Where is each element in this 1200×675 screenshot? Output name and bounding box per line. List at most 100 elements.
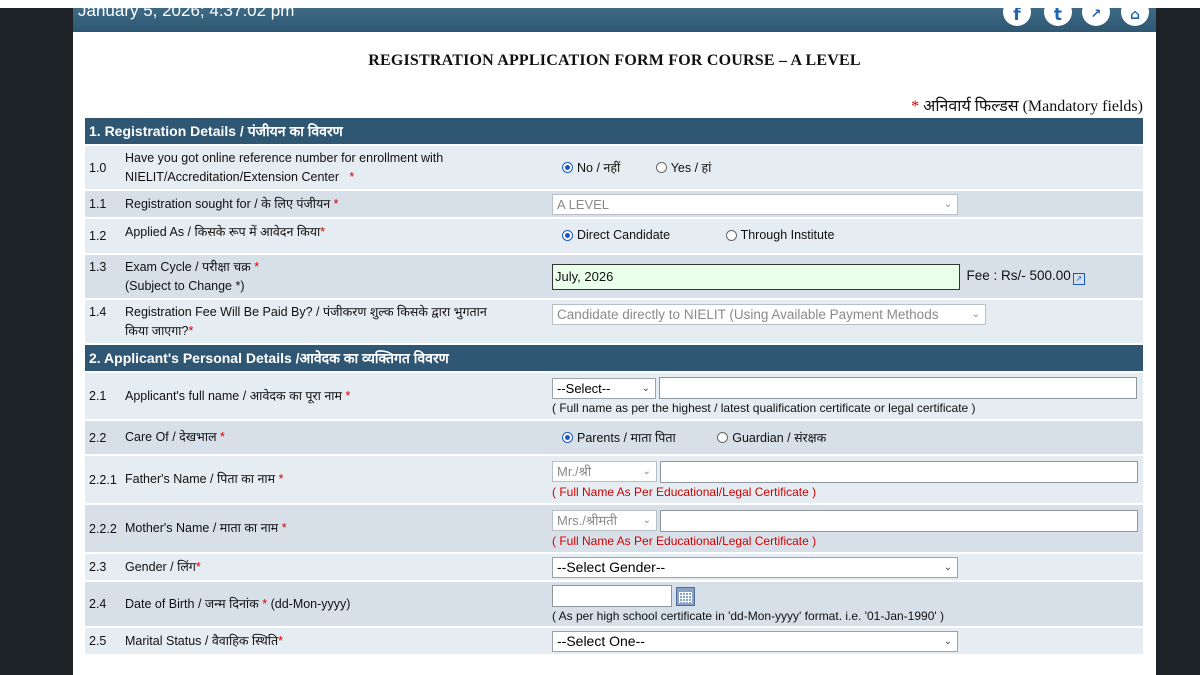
- row-field: Mrs./श्रीमती ⌄ ( Full Name As Per Educati…: [548, 505, 1143, 552]
- mother-name-hint: ( Full Name As Per Educational/Legal Cer…: [552, 533, 817, 548]
- home-icon[interactable]: ⌂: [1121, 8, 1149, 26]
- form-title: REGISTRATION APPLICATION FORM FOR COURSE…: [368, 52, 861, 69]
- father-name-hint: ( Full Name As Per Educational/Legal Cer…: [552, 484, 817, 499]
- registration-sought-select[interactable]: A LEVEL ⌄: [552, 193, 958, 215]
- twitter-icon[interactable]: t: [1044, 8, 1072, 26]
- radio-parents[interactable]: Parents / माता पिता: [562, 429, 676, 446]
- mother-name-input[interactable]: [660, 509, 1139, 532]
- facebook-icon[interactable]: f: [1003, 8, 1031, 26]
- gender-select[interactable]: --Select Gender-- ⌄: [552, 556, 958, 578]
- row-field: --Select Gender-- ⌄: [548, 554, 1143, 580]
- row-number: 2.1: [85, 373, 121, 419]
- row-label: Gender / लिंग*: [121, 554, 548, 580]
- row-number: 1.3: [85, 255, 121, 298]
- radio-button[interactable]: [655, 162, 667, 173]
- row-label: Mother's Name / माता का नाम *: [121, 505, 548, 552]
- row-1-1: 1.1 Registration sought for / के लिए पंज…: [85, 191, 1143, 217]
- required-star: *: [333, 196, 339, 211]
- chevron-down-icon: ⌄: [943, 635, 952, 647]
- calendar-icon[interactable]: [676, 586, 695, 606]
- required-star: *: [188, 323, 194, 338]
- father-name-input[interactable]: [660, 460, 1139, 483]
- radio-direct-candidate[interactable]: Direct Candidate: [562, 228, 670, 242]
- row-number: 1.1: [85, 191, 121, 217]
- applicant-salutation-select[interactable]: --Select-- ⌄: [552, 377, 656, 399]
- row-2-1: 2.1 Applicant's full name / आवेदक का पूर…: [85, 373, 1143, 419]
- row-2-2-1: 2.2.1 Father's Name / पिता का नाम * Mr./…: [85, 456, 1143, 503]
- row-2-3: 2.3 Gender / लिंग* --Select Gender-- ⌄: [85, 554, 1143, 580]
- row-number: 2.2.1: [85, 456, 121, 503]
- left-background-band: [0, 8, 73, 675]
- exam-cycle-input[interactable]: July, 2026: [552, 263, 960, 290]
- row-label: Date of Birth / जन्म दिनांक * (dd-Mon-yy…: [121, 582, 548, 626]
- row-number: 1.4: [85, 300, 121, 343]
- radio-yes[interactable]: Yes / हां: [655, 159, 711, 176]
- radio-button-selected[interactable]: [562, 229, 573, 241]
- row-2-2-2: 2.2.2 Mother's Name / माता का नाम * Mrs.…: [85, 505, 1143, 552]
- row-field: July, 2026 Fee : Rs/- 500.00 ↗: [548, 255, 1143, 298]
- chevron-down-icon: ⌄: [641, 382, 650, 394]
- row-field: A LEVEL ⌄: [548, 191, 1143, 217]
- row-number: 1.2: [85, 219, 121, 253]
- radio-no[interactable]: No / नहीं: [562, 159, 620, 176]
- chevron-down-icon: ⌄: [971, 309, 980, 320]
- row-label: Have you got online reference number for…: [121, 146, 548, 189]
- row-number: 2.2: [85, 421, 121, 454]
- applicant-name-hint: ( Full name as per the highest / latest …: [552, 401, 976, 415]
- right-background-band: [1156, 8, 1200, 675]
- radio-button[interactable]: [717, 432, 729, 443]
- radio-through-institute[interactable]: Through Institute: [725, 228, 834, 242]
- marital-status-select[interactable]: --Select One-- ⌄: [552, 630, 958, 652]
- row-number: 2.4: [85, 582, 121, 626]
- chevron-down-icon: ⌄: [642, 515, 651, 526]
- section-title: 1. Registration Details / पंजीयन का विवर…: [85, 118, 1143, 144]
- row-field: --Select-- ⌄ ( Full name as per the highe…: [548, 373, 1143, 419]
- father-salutation-select[interactable]: Mr./श्री ⌄: [552, 461, 657, 482]
- row-label: Registration Fee Will Be Paid By? / पंजी…: [121, 300, 548, 343]
- required-star: *: [320, 225, 326, 239]
- applicant-name-input[interactable]: [659, 377, 1138, 399]
- fee-paid-by-select[interactable]: Candidate directly to NIELIT (Using Avai…: [552, 304, 986, 325]
- row-2-4: 2.4 Date of Birth / जन्म दिनांक * (dd-Mo…: [85, 582, 1143, 626]
- row-field: ( As per high school certificate in 'dd-…: [548, 582, 1143, 626]
- mandatory-star: *: [911, 98, 920, 115]
- required-star: *: [281, 521, 287, 535]
- row-field: --Select One-- ⌄: [548, 628, 1143, 654]
- required-star: *: [278, 472, 284, 486]
- row-number: 2.5: [85, 628, 121, 654]
- fee-text: Fee : Rs/- 500.00: [966, 267, 1071, 283]
- row-number: 2.2.2: [85, 505, 121, 552]
- radio-button-selected[interactable]: [562, 432, 573, 443]
- radio-button-selected[interactable]: [562, 162, 573, 173]
- required-star: *: [345, 388, 351, 403]
- dob-input[interactable]: [552, 585, 672, 607]
- row-1-4: 1.4 Registration Fee Will Be Paid By? / …: [85, 300, 1143, 343]
- row-1-0: 1.0 Have you got online reference number…: [85, 146, 1143, 189]
- mother-salutation-select[interactable]: Mrs./श्रीमती ⌄: [552, 510, 657, 531]
- chart-icon[interactable]: ↗: [1082, 8, 1110, 26]
- external-link-icon[interactable]: ↗: [1072, 272, 1085, 285]
- chevron-down-icon: ⌄: [943, 561, 952, 573]
- row-number: 2.3: [85, 554, 121, 580]
- row-label: Exam Cycle / परीक्षा चक्र * (Subject to …: [121, 255, 548, 298]
- row-label: Marital Status / वैवाहिक स्थिति*: [121, 628, 548, 654]
- chevron-down-icon: ⌄: [943, 198, 952, 210]
- row-field: Direct Candidate Through Institute: [548, 219, 1143, 253]
- row-label: Father's Name / पिता का नाम *: [121, 456, 548, 503]
- dob-hint: ( As per high school certificate in 'dd-…: [552, 609, 944, 623]
- required-star: *: [220, 430, 225, 444]
- required-star: *: [349, 169, 355, 184]
- row-label: Care Of / देखभाल *: [121, 421, 548, 454]
- row-label: Registration sought for / के लिए पंजीयन …: [121, 191, 548, 217]
- required-star: *: [254, 259, 260, 274]
- row-2-5: 2.5 Marital Status / वैवाहिक स्थिति* --S…: [85, 628, 1143, 654]
- current-datetime: January 5, 2026; 4:37:02 pm: [78, 8, 295, 20]
- mandatory-text: अनिवार्य फिल्डस (Mandatory fields): [923, 98, 1143, 115]
- row-field: Mr./श्री ⌄ ( Full Name As Per Educational…: [548, 456, 1143, 503]
- radio-button[interactable]: [725, 229, 737, 241]
- radio-guardian[interactable]: Guardian / संरक्षक: [717, 429, 826, 446]
- required-star: *: [278, 633, 283, 648]
- row-field: Parents / माता पिता Guardian / संरक्षक: [548, 421, 1143, 454]
- row-label: Applied As / किसके रूप में आवेदन किया*: [121, 219, 548, 253]
- registration-form-table: 1. Registration Details / पंजीयन का विवर…: [85, 116, 1143, 656]
